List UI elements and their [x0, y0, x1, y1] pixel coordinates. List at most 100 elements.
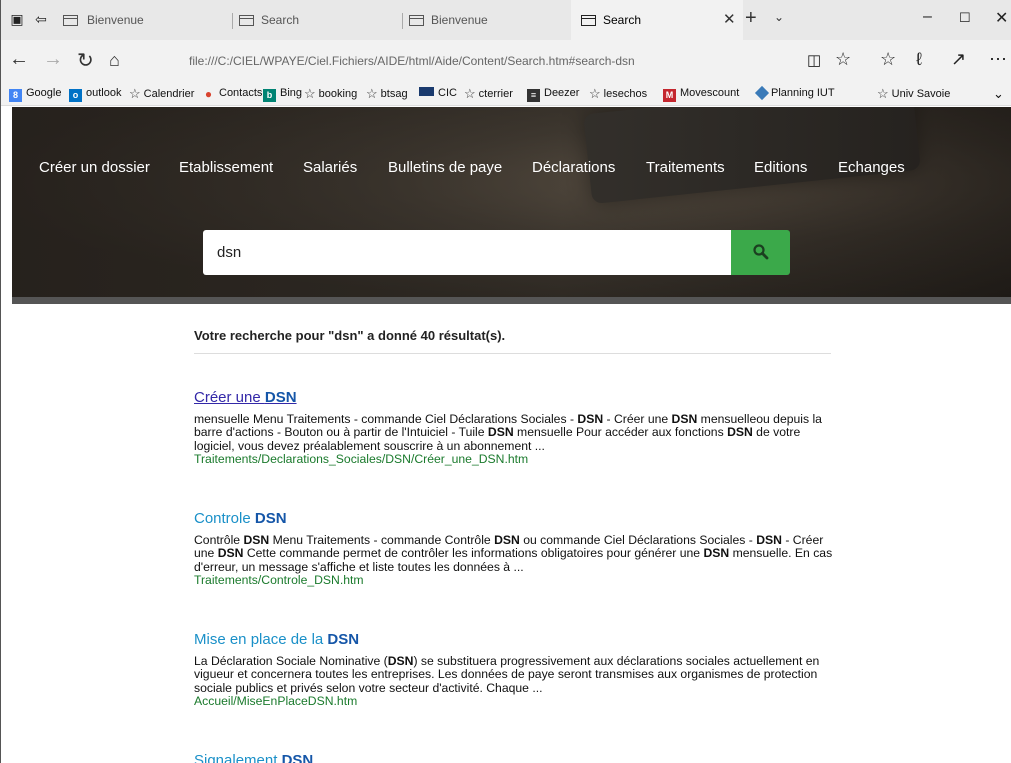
- search-result: Mise en place de la DSN La Déclaration S…: [194, 631, 834, 709]
- favorite-cic[interactable]: CIC: [419, 86, 457, 101]
- new-tab-icon[interactable]: +: [745, 7, 757, 30]
- main-menu: Créer un dossier Etablissement Salariés …: [12, 159, 1011, 183]
- star-icon: ☆: [129, 86, 141, 101]
- result-title-link[interactable]: Mise en place de la DSN: [194, 631, 834, 649]
- result-path[interactable]: Traitements/Declarations_Sociales/DSN/Cr…: [194, 452, 834, 466]
- close-window-icon[interactable]: ✕: [995, 8, 1008, 28]
- favorite-planning-iut[interactable]: Planning IUT: [754, 85, 835, 101]
- pen-icon[interactable]: ℓ: [916, 49, 922, 70]
- result-snippet: La Déclaration Sociale Nominative (DSN) …: [194, 654, 834, 695]
- result-path[interactable]: Traitements/Controle_DSN.htm: [194, 573, 834, 587]
- search-input[interactable]: dsn: [203, 230, 731, 275]
- tab-search-1[interactable]: Search: [233, 0, 401, 40]
- contacts-icon: ●: [204, 87, 213, 101]
- back-arrow-icon[interactable]: ←: [9, 48, 29, 71]
- keyword-highlight: DSN: [327, 631, 360, 648]
- search-result: Créer une DSN mensuelle Menu Traitements…: [194, 389, 834, 467]
- menu-item-traitements[interactable]: Traitements: [646, 159, 725, 176]
- result-title-link[interactable]: Controle DSN: [194, 510, 834, 528]
- text-fragment: Mise en place de la: [194, 631, 328, 648]
- planning-icon: [754, 85, 770, 101]
- favorite-deezer[interactable]: ≡ Deezer: [527, 86, 579, 102]
- menu-item-salaries[interactable]: Salariés: [303, 159, 357, 176]
- tab-manager-icon[interactable]: ▣: [7, 9, 27, 29]
- cic-icon: [419, 87, 434, 96]
- hero-banner: Créer un dossier Etablissement Salariés …: [12, 107, 1011, 297]
- favorite-outlook[interactable]: o outlook: [69, 86, 121, 102]
- favorite-cterrier[interactable]: ☆ cterrier: [464, 86, 513, 102]
- tab-bienvenue-2[interactable]: Bienvenue: [403, 0, 571, 40]
- reading-view-icon[interactable]: ◫: [807, 51, 821, 69]
- refresh-icon[interactable]: ↻: [77, 48, 94, 73]
- keyword-highlight: DSN: [727, 425, 753, 440]
- star-icon: ☆: [589, 86, 601, 101]
- favorite-star-icon[interactable]: ☆: [835, 49, 851, 70]
- keyword-highlight: DSN: [703, 546, 730, 561]
- favorites-overflow-chevron-icon[interactable]: ⌄: [993, 86, 1004, 101]
- favorite-univ-savoie[interactable]: ☆ Univ Savoie: [877, 86, 950, 102]
- keyword-highlight: DSN: [387, 654, 414, 668]
- favorite-contacts[interactable]: ● Contacts: [202, 86, 263, 101]
- text-fragment: ou commande Ciel Déclarations Sociales -: [519, 533, 757, 547]
- result-title-link[interactable]: Créer une DSN: [194, 389, 834, 407]
- address-bar[interactable]: file:///C:/CIEL/WPAYE/Ciel.Fichiers/AIDE…: [189, 54, 635, 68]
- favorites-hub-icon[interactable]: ☆: [880, 49, 896, 70]
- result-path[interactable]: Accueil/MiseEnPlaceDSN.htm: [194, 694, 834, 708]
- star-icon: ☆: [877, 86, 889, 101]
- text-fragment: La Déclaration Sociale Nominative (: [194, 654, 388, 668]
- close-tab-icon[interactable]: ✕: [723, 10, 736, 28]
- divider: [194, 353, 831, 354]
- results-summary: Votre recherche pour "dsn" a donné 40 ré…: [194, 328, 506, 343]
- keyword-highlight: DSN: [671, 412, 698, 426]
- search-value: dsn: [217, 244, 242, 261]
- tab-search-active[interactable]: Search: [571, 0, 743, 40]
- keyword-highlight: DSN: [254, 510, 287, 527]
- keyword-highlight: DSN: [577, 412, 604, 426]
- page-icon: [409, 15, 424, 26]
- menu-item-bulletins[interactable]: Bulletins de paye: [388, 159, 502, 176]
- favorite-movescount[interactable]: M Movescount: [663, 86, 739, 102]
- text-fragment: - Créer une: [603, 412, 672, 426]
- favorite-lesechos[interactable]: ☆ lesechos: [589, 86, 647, 102]
- menu-item-echanges[interactable]: Echanges: [838, 159, 905, 176]
- favorite-google[interactable]: 8 Google: [9, 86, 61, 102]
- favorite-btsag[interactable]: ☆ btsag: [366, 86, 408, 102]
- maximize-icon[interactable]: ☐: [959, 10, 971, 26]
- tab-label: Bienvenue: [431, 13, 488, 27]
- more-icon[interactable]: ⋯: [989, 49, 1007, 70]
- favorites-bar: 8 Google o outlook ☆ Calendrier ● Contacts b…: [1, 82, 1011, 106]
- favorite-calendrier[interactable]: ☆ Calendrier: [129, 86, 194, 102]
- favorite-booking[interactable]: ☆ booking: [304, 86, 357, 102]
- text-fragment: Cette commande permet de contrôler les i…: [243, 546, 704, 561]
- keyword-highlight: DSN: [494, 533, 520, 547]
- search-button[interactable]: [731, 230, 790, 275]
- tab-label: Search: [261, 13, 300, 27]
- minimize-icon[interactable]: –: [923, 8, 932, 26]
- tab-label: Bienvenue: [87, 13, 144, 27]
- keyword-highlight: DSN: [487, 425, 514, 440]
- menu-item-declarations[interactable]: Déclarations: [532, 159, 615, 176]
- text-fragment: mensuelle Menu Traitements - commande Ci…: [194, 412, 578, 426]
- favorite-bing[interactable]: b Bing: [263, 86, 302, 102]
- result-snippet: Contrôle DSN Menu Traitements - commande…: [194, 533, 834, 574]
- menu-item-etablissement[interactable]: Etablissement: [179, 159, 273, 176]
- share-icon[interactable]: ↗: [951, 49, 966, 70]
- text-fragment: Créer une: [194, 389, 265, 406]
- tab-bienvenue-1[interactable]: Bienvenue: [59, 0, 229, 40]
- home-icon[interactable]: ⌂: [109, 50, 120, 71]
- page-icon: [239, 15, 254, 26]
- text-fragment: mensuelle Pour accéder aux fonctions: [513, 425, 728, 440]
- set-tabs-aside-icon[interactable]: ⇦: [31, 9, 51, 29]
- tab-bar: ▣ ⇦ Bienvenue Search Bienvenue Search ✕ …: [1, 0, 1011, 40]
- forward-arrow-icon[interactable]: →: [43, 48, 63, 71]
- menu-item-editions[interactable]: Editions: [754, 159, 807, 176]
- keyword-highlight: DSN: [281, 752, 314, 763]
- browser-window: ▣ ⇦ Bienvenue Search Bienvenue Search ✕ …: [0, 0, 1011, 763]
- result-title-link[interactable]: Signalement DSN: [194, 752, 834, 763]
- tab-label: Search: [603, 13, 642, 27]
- text-fragment: Contrôle: [194, 533, 244, 547]
- search-result: Signalement DSN: [194, 752, 834, 763]
- deezer-icon: ≡: [527, 89, 540, 102]
- menu-item-creer-dossier[interactable]: Créer un dossier: [39, 159, 150, 176]
- chevron-down-icon[interactable]: ⌄: [774, 10, 784, 24]
